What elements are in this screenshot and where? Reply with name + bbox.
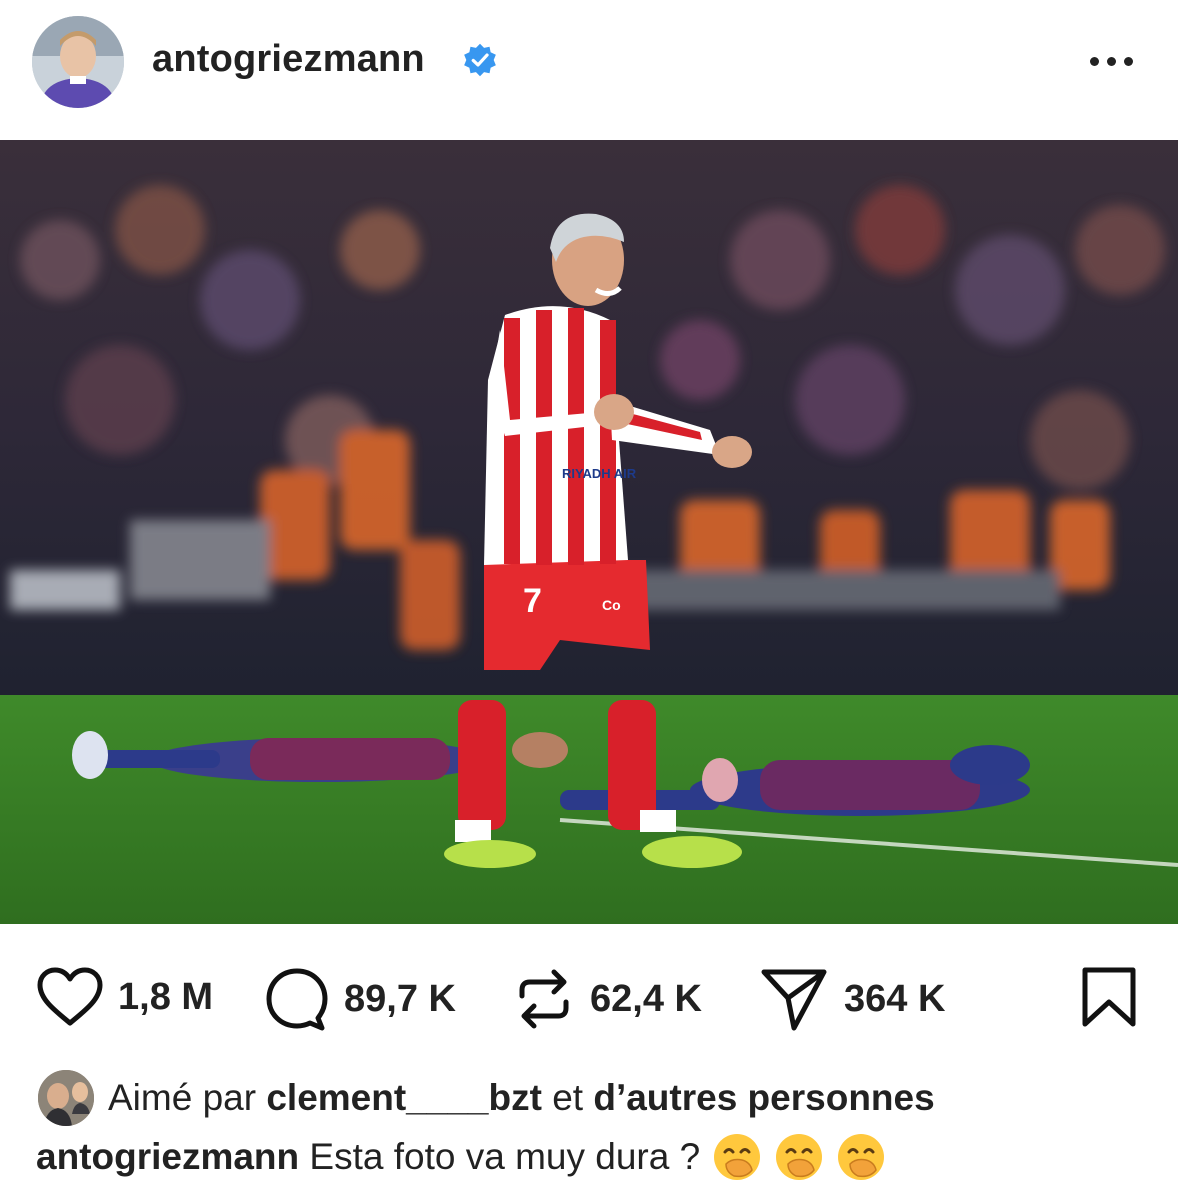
liked-by-middle: et [552,1077,584,1118]
share-button[interactable]: 364 K [760,966,945,1032]
post-caption: antogriezmann Esta foto va muy dura ? [36,1132,886,1182]
repost-icon [519,969,569,1029]
like-button[interactable]: 1,8 M [36,966,213,1028]
likes-count: 1,8 M [118,975,214,1018]
repost-button[interactable]: 62,4 K [512,966,702,1032]
shares-count: 364 K [844,977,946,1020]
shorts-sponsor: Co [602,597,621,613]
comment-icon [266,968,328,1031]
author-username[interactable]: antogriezmann [152,38,425,81]
face-with-hand-over-mouth-icon [714,1134,761,1180]
more-options-icon[interactable] [1090,54,1140,68]
profile-avatar[interactable] [32,16,124,108]
post-header: antogriezmann [0,0,1178,138]
liked-by-user[interactable]: clement____bzt [266,1077,542,1119]
liked-by-others[interactable]: d’autres personnes [593,1077,934,1119]
bookmark-icon [1082,967,1136,1027]
verified-badge-icon [464,43,496,77]
liked-by-prefix: Aimé par [108,1077,257,1118]
save-button[interactable] [1080,966,1138,1028]
share-icon [761,969,827,1031]
face-with-hand-over-mouth-icon [838,1134,885,1180]
post-photo[interactable]: 7 Co RIYADH AIR [0,140,1178,924]
caption-text: Esta foto va muy dura ? [309,1136,701,1177]
reposts-count: 62,4 K [590,977,702,1020]
comment-button[interactable]: 89,7 K [264,966,456,1032]
caption-username[interactable]: antogriezmann [36,1136,299,1178]
jersey-number: 7 [523,582,542,620]
action-bar: 1,8 M 89,7 K 62,4 K 364 K [0,930,1178,1060]
heart-icon [37,967,103,1026]
face-with-hand-over-mouth-icon [776,1134,823,1180]
comments-count: 89,7 K [344,977,456,1020]
shirt-sponsor: RIYADH AIR [562,466,637,481]
liked-by-row: Aimé par clement____bzt et d’autres pers… [36,1068,935,1128]
liker-avatar[interactable] [36,1068,98,1128]
